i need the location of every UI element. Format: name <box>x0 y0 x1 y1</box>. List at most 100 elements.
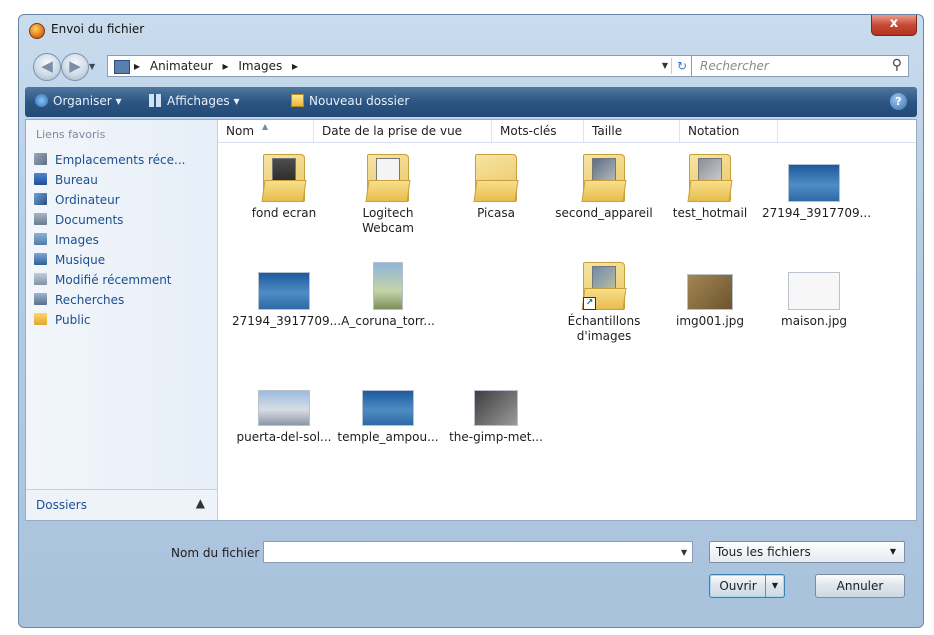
documents-icon <box>34 213 47 225</box>
favorites-header: Liens favoris <box>36 128 106 141</box>
filename-label: Nom du fichier : <box>171 546 268 560</box>
search-placeholder: Rechercher <box>700 59 769 73</box>
file-item[interactable]: puerta-del-sol... <box>232 378 336 445</box>
refresh-icon[interactable]: ↻ <box>671 58 692 74</box>
recent-places-icon <box>34 153 47 165</box>
column-header-date[interactable]: Date de la prise de vue <box>314 120 492 142</box>
sidebar-item-desktop[interactable]: Bureau <box>34 170 185 190</box>
sidebar-item-label: Emplacements réce... <box>55 153 186 167</box>
views-button[interactable]: Affichages ▾ <box>149 94 239 108</box>
file-item[interactable]: A_coruna_torr... <box>336 262 440 329</box>
column-header-size[interactable]: Taille <box>584 120 680 142</box>
new-folder-button[interactable]: Nouveau dossier <box>291 94 409 108</box>
sidebar-item-computer[interactable]: Ordinateur <box>34 190 185 210</box>
file-name: temple_ampou... <box>337 430 439 444</box>
recently-changed-icon <box>34 273 47 285</box>
public-icon <box>34 313 47 325</box>
file-item[interactable]: fond ecran <box>232 154 336 221</box>
image-thumbnail-icon <box>788 164 840 202</box>
filename-dropdown-icon[interactable]: ▼ <box>681 548 687 557</box>
file-item[interactable] <box>444 262 548 346</box>
sidebar-item-searches[interactable]: Recherches <box>34 290 185 310</box>
organize-label: Organiser <box>53 94 112 108</box>
command-toolbar: Organiser ▾ Affichages ▾ Nouveau dossier… <box>25 87 917 117</box>
favorites-pane: Liens favoris Emplacements réce... Burea… <box>26 120 218 520</box>
breadcrumb-separator-icon[interactable]: ▸ <box>134 59 140 73</box>
folder-icon <box>261 154 307 202</box>
file-name: Échantillons d'images <box>567 314 641 343</box>
file-type-select[interactable]: Tous les fichiers ▼ <box>709 541 905 563</box>
image-thumbnail-icon <box>373 262 403 310</box>
file-item[interactable]: second_appareil <box>552 154 656 221</box>
shortcut-arrow-icon: ↗ <box>583 297 596 310</box>
searches-icon <box>34 293 47 305</box>
column-header-label: Notation <box>688 124 740 138</box>
folder-icon <box>473 154 519 202</box>
address-dropdown-icon[interactable]: ▼ <box>662 61 668 70</box>
breadcrumb-separator-icon[interactable]: ▸ <box>223 59 229 73</box>
file-name: 27194_3917709... <box>762 206 872 220</box>
file-item[interactable]: 27194_3917709... <box>762 154 872 221</box>
desktop-icon <box>34 173 47 185</box>
file-item[interactable]: img001.jpg <box>658 262 762 329</box>
forward-button[interactable]: ▶ <box>61 53 89 81</box>
column-header-name[interactable]: ▲ Nom <box>218 120 314 142</box>
file-name: puerta-del-sol... <box>236 430 332 444</box>
file-item[interactable]: Picasa <box>444 154 548 221</box>
file-name: img001.jpg <box>676 314 744 328</box>
sidebar-item-recent-places[interactable]: Emplacements réce... <box>34 150 185 170</box>
file-item[interactable]: Logitech Webcam <box>336 154 440 236</box>
file-item[interactable]: maison.jpg <box>762 262 866 329</box>
sidebar-item-label: Modifié récemment <box>55 273 172 287</box>
chevron-down-icon: ▾ <box>233 94 240 108</box>
folders-label: Dossiers <box>36 498 87 512</box>
breadcrumb-item[interactable]: Images <box>238 59 282 73</box>
file-item[interactable]: ↗ Échantillons d'images <box>552 262 656 344</box>
favorites-list: Emplacements réce... Bureau Ordinateur D… <box>34 150 185 330</box>
column-header-keywords[interactable]: Mots-clés <box>492 120 584 142</box>
blank-thumbnail <box>451 262 541 342</box>
file-name: Picasa <box>477 206 515 220</box>
file-item[interactable]: 27194_3917709... <box>232 262 341 329</box>
column-header-rating[interactable]: Notation <box>680 120 778 142</box>
sidebar-item-images[interactable]: Images <box>34 230 185 250</box>
title-bar[interactable]: Envoi du fichier x <box>19 15 923 47</box>
filename-input[interactable] <box>263 541 693 563</box>
cancel-button[interactable]: Annuler <box>815 574 905 598</box>
file-item[interactable]: test_hotmail <box>658 154 762 221</box>
back-button[interactable]: ◀ <box>33 53 61 81</box>
column-headers: ▲ Nom Date de la prise de vue Mots-clés T… <box>218 120 916 143</box>
history-dropdown-icon[interactable]: ▼ <box>89 62 95 71</box>
views-icon <box>149 94 162 107</box>
organize-button[interactable]: Organiser ▾ <box>35 94 122 108</box>
column-header-label: Taille <box>592 124 623 138</box>
open-options-dropdown-icon[interactable]: ▼ <box>765 575 784 597</box>
chevron-down-icon: ▾ <box>115 94 122 108</box>
file-name: Logitech Webcam <box>362 206 414 235</box>
file-list[interactable]: ▲ Nom Date de la prise de vue Mots-clés T… <box>218 120 916 520</box>
sidebar-item-recently-changed[interactable]: Modifié récemment <box>34 270 185 290</box>
file-item[interactable]: temple_ampou... <box>336 378 440 445</box>
file-item[interactable]: the-gimp-met... <box>444 378 548 445</box>
window-title: Envoi du fichier <box>51 22 145 36</box>
open-button[interactable]: Ouvrir ▼ <box>709 574 785 598</box>
navigation-bar: ◀ ▶ ▼ ▸ Animateur ▸ Images ▸ ▼ ↻ Recherc… <box>25 49 917 83</box>
search-input[interactable]: Rechercher ⚲ <box>691 55 909 77</box>
chevron-down-icon: ▼ <box>889 547 896 556</box>
file-type-value: Tous les fichiers <box>716 545 811 559</box>
chevron-up-icon[interactable]: ▲ <box>196 496 205 510</box>
content-area: Liens favoris Emplacements réce... Burea… <box>25 119 917 521</box>
file-name: the-gimp-met... <box>449 430 543 444</box>
help-icon[interactable]: ? <box>890 93 907 110</box>
close-button[interactable]: x <box>871 15 917 36</box>
sidebar-item-documents[interactable]: Documents <box>34 210 185 230</box>
sidebar-item-public[interactable]: Public <box>34 310 185 330</box>
image-thumbnail-icon <box>788 272 840 310</box>
address-bar[interactable]: ▸ Animateur ▸ Images ▸ ▼ ↻ <box>107 55 697 77</box>
folders-toggle[interactable]: Dossiers ▲ <box>26 489 217 520</box>
breadcrumb-separator-icon[interactable]: ▸ <box>292 59 298 73</box>
search-icon[interactable]: ⚲ <box>892 57 902 73</box>
image-thumbnail-icon <box>474 390 518 426</box>
breadcrumb-item[interactable]: Animateur <box>150 59 213 73</box>
sidebar-item-music[interactable]: Musique <box>34 250 185 270</box>
